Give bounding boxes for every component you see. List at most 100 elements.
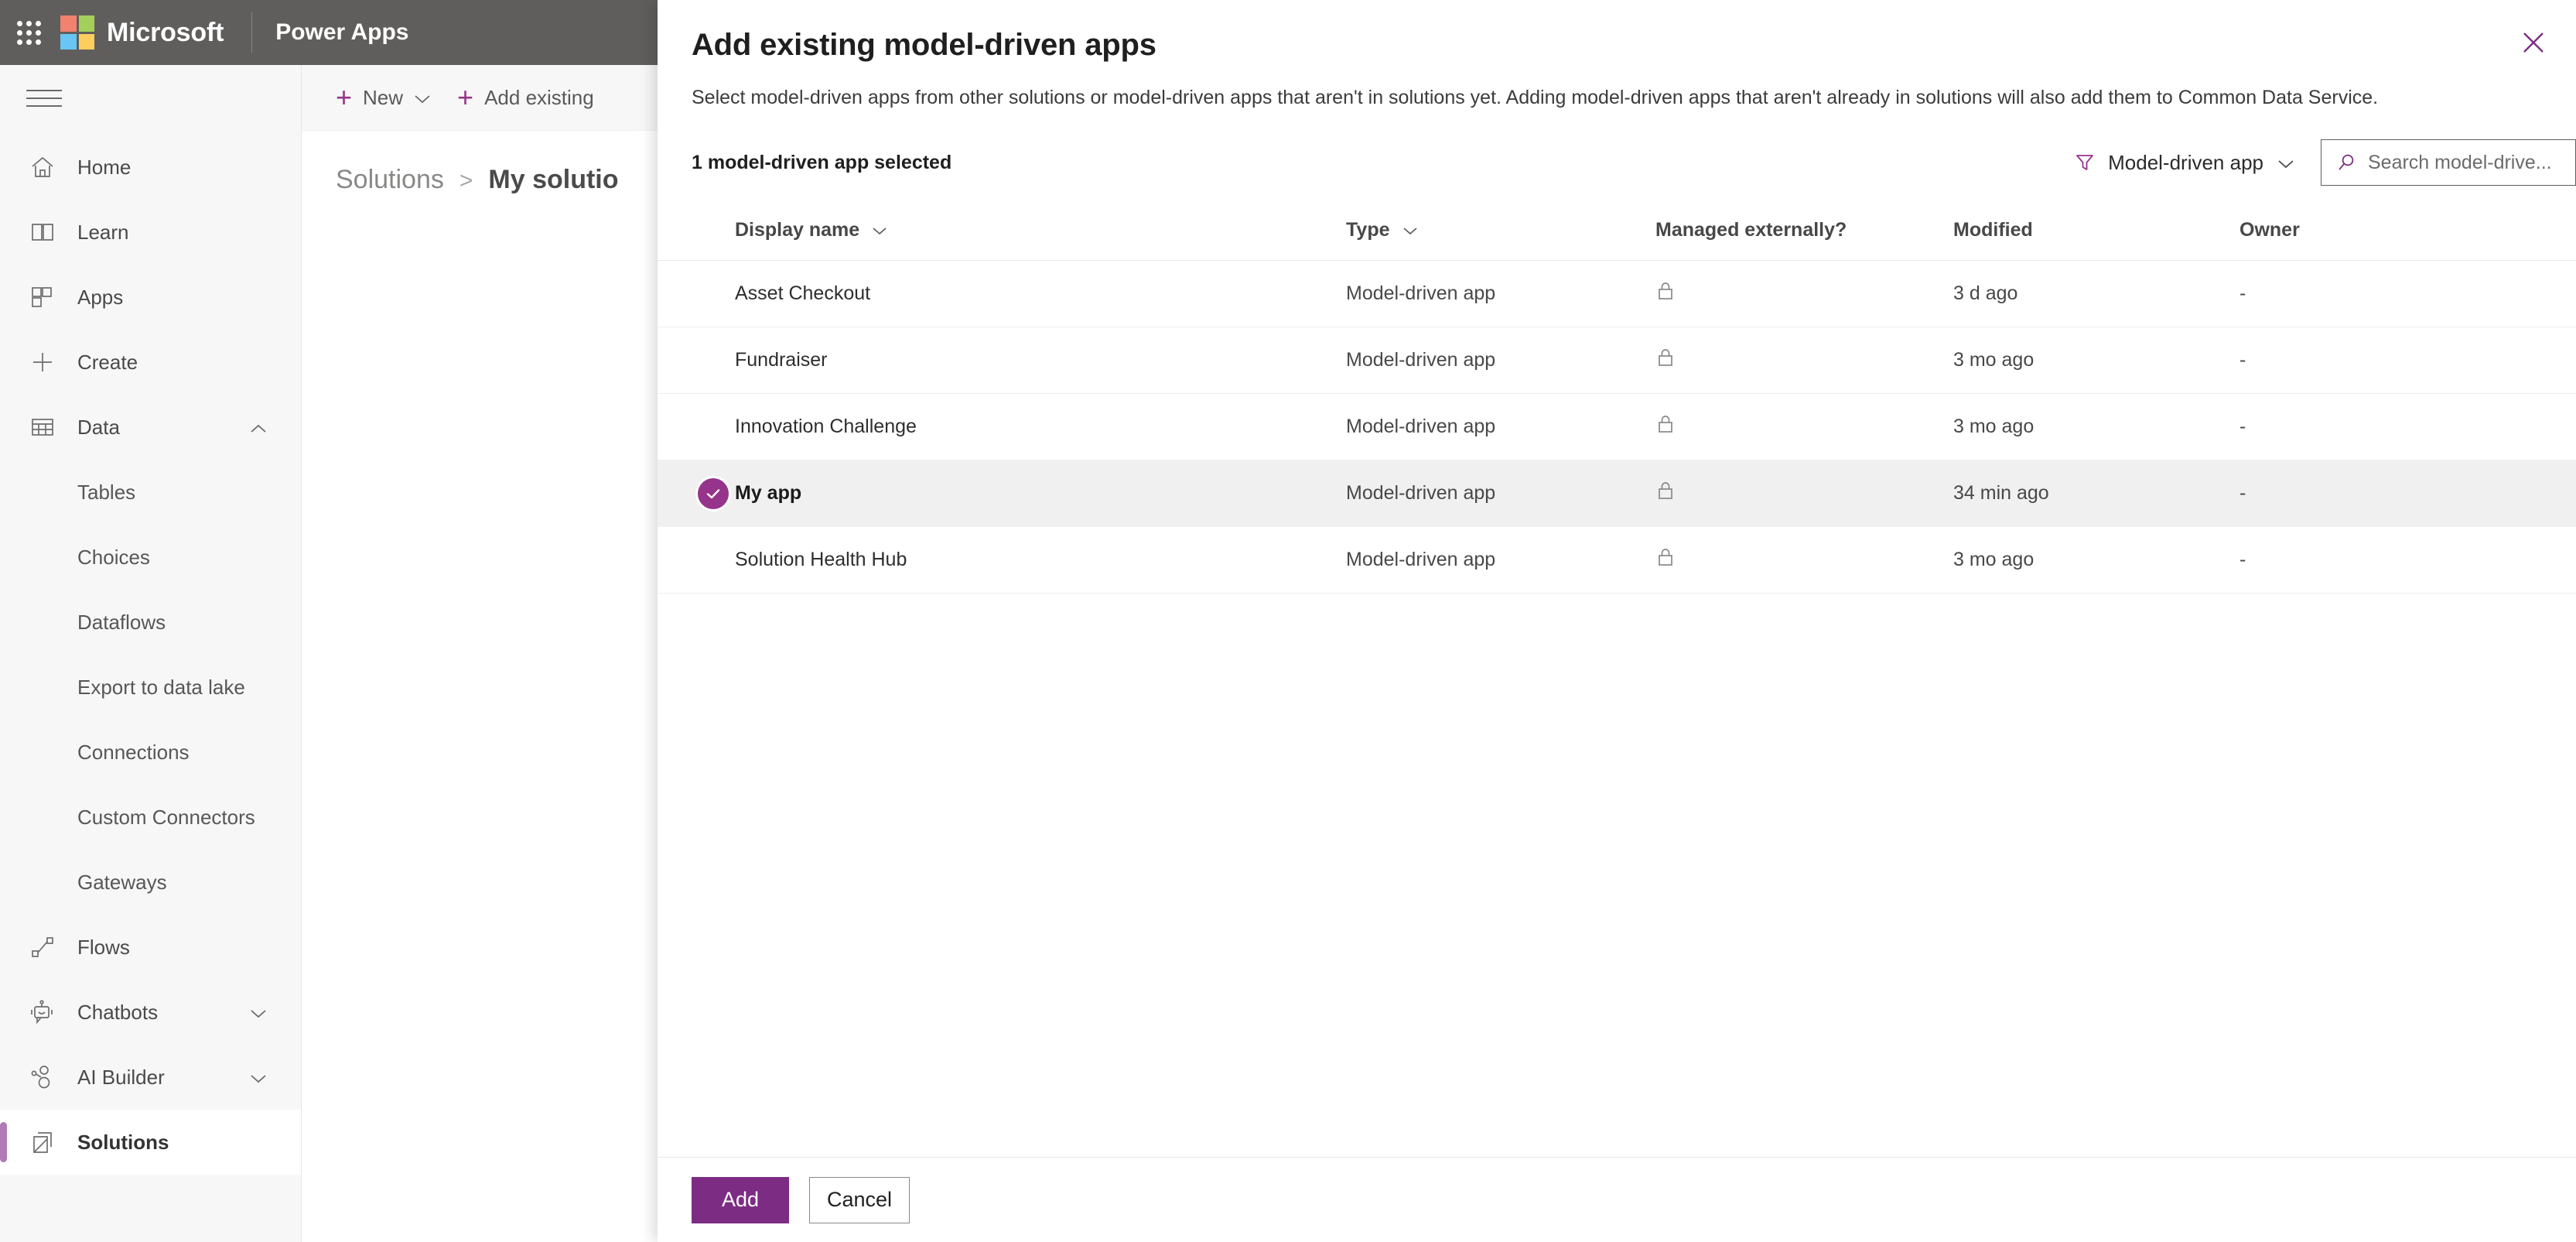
column-header-label: Display name — [735, 219, 860, 241]
table-row[interactable]: Solution Health Hub Model-driven app 3 mo … — [658, 527, 2576, 594]
hamburger-icon[interactable] — [26, 90, 62, 113]
sidebar-subitem-tables[interactable]: Tables — [0, 460, 301, 525]
selection-summary: 1 model-driven app selected — [692, 151, 952, 173]
sidebar-item-create[interactable]: Create — [0, 330, 301, 395]
chevron-down-icon — [2277, 151, 2294, 175]
filter-icon — [2074, 152, 2096, 173]
row-modified: 34 min ago — [1953, 482, 2049, 504]
sidebar-item-home[interactable]: Home — [0, 135, 301, 200]
table-row[interactable]: Asset Checkout Model-driven app 3 d ago - — [658, 261, 2576, 327]
lock-icon — [1655, 546, 1953, 573]
cancel-button[interactable]: Cancel — [809, 1176, 910, 1223]
table-row[interactable]: My app Model-driven app 34 min ago - — [658, 460, 2576, 527]
row-modified: 3 mo ago — [1953, 349, 2034, 371]
dialog-body: Add existing model-driven apps Select mo… — [658, 0, 2576, 1157]
row-type: Model-driven app — [1346, 416, 1496, 437]
dialog-description: Select model-driven apps from other solu… — [692, 87, 2379, 108]
waffle-icon[interactable] — [14, 18, 43, 47]
sidebar-item-label: Export to data lake — [77, 675, 245, 699]
home-icon — [26, 151, 59, 183]
row-display-name: Asset Checkout — [735, 282, 871, 304]
sidebar-subitem-export-to-data-lake[interactable]: Export to data lake — [0, 655, 301, 720]
column-header-modified: Modified — [1953, 219, 2239, 241]
breadcrumb-current: My solutio — [488, 165, 619, 194]
row-display-name: Innovation Challenge — [735, 416, 917, 437]
row-type: Model-driven app — [1346, 349, 1496, 371]
sidebar-subitem-dataflows[interactable]: Dataflows — [0, 590, 301, 655]
book-icon — [26, 216, 59, 248]
chevron-up-icon[interactable] — [250, 416, 267, 440]
chevron-down-icon[interactable] — [250, 1066, 267, 1090]
breadcrumb-root[interactable]: Solutions — [336, 165, 444, 195]
row-owner: - — [2239, 482, 2246, 504]
search-input[interactable]: Search model-drive... — [2368, 152, 2552, 174]
sidebar-item-label: Custom Connectors — [77, 805, 255, 829]
app-root: Microsoft Power Apps Home Learn Apps Create… — [0, 0, 2576, 1242]
filter-dropdown[interactable]: Model-driven app — [2065, 143, 2304, 183]
chevron-down-icon[interactable] — [250, 1001, 267, 1025]
sidebar-subitem-choices[interactable]: Choices — [0, 525, 301, 590]
sidebar-item-label: Learn — [77, 220, 129, 244]
column-header-label: Owner — [2239, 219, 2300, 241]
column-header-label: Managed externally? — [1655, 219, 1847, 241]
table-row[interactable]: Innovation Challenge Model-driven app 3 mo… — [658, 394, 2576, 460]
ai-icon — [26, 1061, 59, 1093]
row-modified: 3 mo ago — [1953, 549, 2034, 570]
sidebar-subitem-custom-connectors[interactable]: Custom Connectors — [0, 785, 301, 850]
table-row[interactable]: Fundraiser Model-driven app 3 mo ago - — [658, 327, 2576, 394]
microsoft-wordmark: Microsoft — [107, 17, 224, 47]
row-type: Model-driven app — [1346, 282, 1496, 304]
sidebar-item-chatbots[interactable]: Chatbots — [0, 980, 301, 1045]
sidebar-item-label: Tables — [77, 480, 136, 504]
add-existing-apps-dialog: Add existing model-driven apps Select mo… — [658, 0, 2576, 1242]
command-add-existing[interactable]: + Add existing — [457, 84, 594, 111]
sidebar-item-solutions[interactable]: Solutions — [0, 1110, 301, 1175]
sidebar-item-apps[interactable]: Apps — [0, 265, 301, 330]
row-owner: - — [2239, 549, 2246, 570]
sidebar-item-label: Create — [77, 350, 138, 374]
command-new[interactable]: + New — [336, 84, 431, 111]
toolbar-right-group: Model-driven app Search model-drive... — [2065, 139, 2576, 186]
chevron-down-icon[interactable] — [414, 86, 431, 110]
row-type: Model-driven app — [1346, 482, 1496, 504]
column-header-label: Type — [1346, 219, 1390, 241]
sidebar-subitem-connections[interactable]: Connections — [0, 720, 301, 785]
row-modified: 3 mo ago — [1953, 416, 2034, 437]
row-owner: - — [2239, 349, 2246, 371]
column-header-display-name[interactable]: Display name — [735, 219, 1346, 241]
page-title: Add existing model-driven apps — [692, 28, 1156, 62]
sidebar-item-data[interactable]: Data — [0, 395, 301, 460]
table-icon — [26, 411, 59, 443]
sidebar-item-label: Choices — [77, 545, 150, 569]
app-title[interactable]: Power Apps — [275, 19, 408, 46]
row-display-name: My app — [735, 482, 802, 504]
chatbot-icon — [26, 996, 59, 1028]
row-owner: - — [2239, 416, 2246, 437]
search-box[interactable]: Search model-drive... — [2321, 139, 2576, 186]
sidebar-nav-list: Home Learn Apps Create Data Tables Choices Data… — [0, 135, 301, 1175]
breadcrumb-separator-icon: > — [459, 168, 473, 193]
plus-icon: + — [457, 81, 474, 113]
lock-icon — [1655, 347, 1953, 374]
row-modified: 3 d ago — [1953, 282, 2018, 304]
command-label: New — [363, 85, 404, 109]
sidebar-item-ai-builder[interactable]: AI Builder — [0, 1045, 301, 1110]
sidebar: Home Learn Apps Create Data Tables Choices Data… — [0, 65, 302, 1242]
row-type: Model-driven app — [1346, 549, 1496, 570]
add-button[interactable]: Add — [692, 1176, 789, 1223]
column-header-label: Modified — [1953, 219, 2033, 241]
dialog-toolbar: 1 model-driven app selected Model-driven… — [658, 112, 2576, 186]
sort-chevron-icon[interactable] — [872, 219, 887, 241]
sidebar-item-flows[interactable]: Flows — [0, 915, 301, 980]
sidebar-item-learn[interactable]: Learn — [0, 200, 301, 265]
row-display-name: Solution Health Hub — [735, 549, 907, 570]
sidebar-item-label: Connections — [77, 740, 190, 764]
row-select-checkbox[interactable] — [692, 477, 735, 509]
sort-chevron-icon[interactable] — [1402, 219, 1418, 241]
search-icon — [2335, 152, 2357, 173]
sidebar-subitem-gateways[interactable]: Gateways — [0, 850, 301, 915]
column-header-type[interactable]: Type — [1346, 219, 1655, 241]
sidebar-item-label: Solutions — [77, 1130, 169, 1154]
apps-icon — [26, 281, 59, 313]
solutions-icon — [26, 1126, 59, 1158]
